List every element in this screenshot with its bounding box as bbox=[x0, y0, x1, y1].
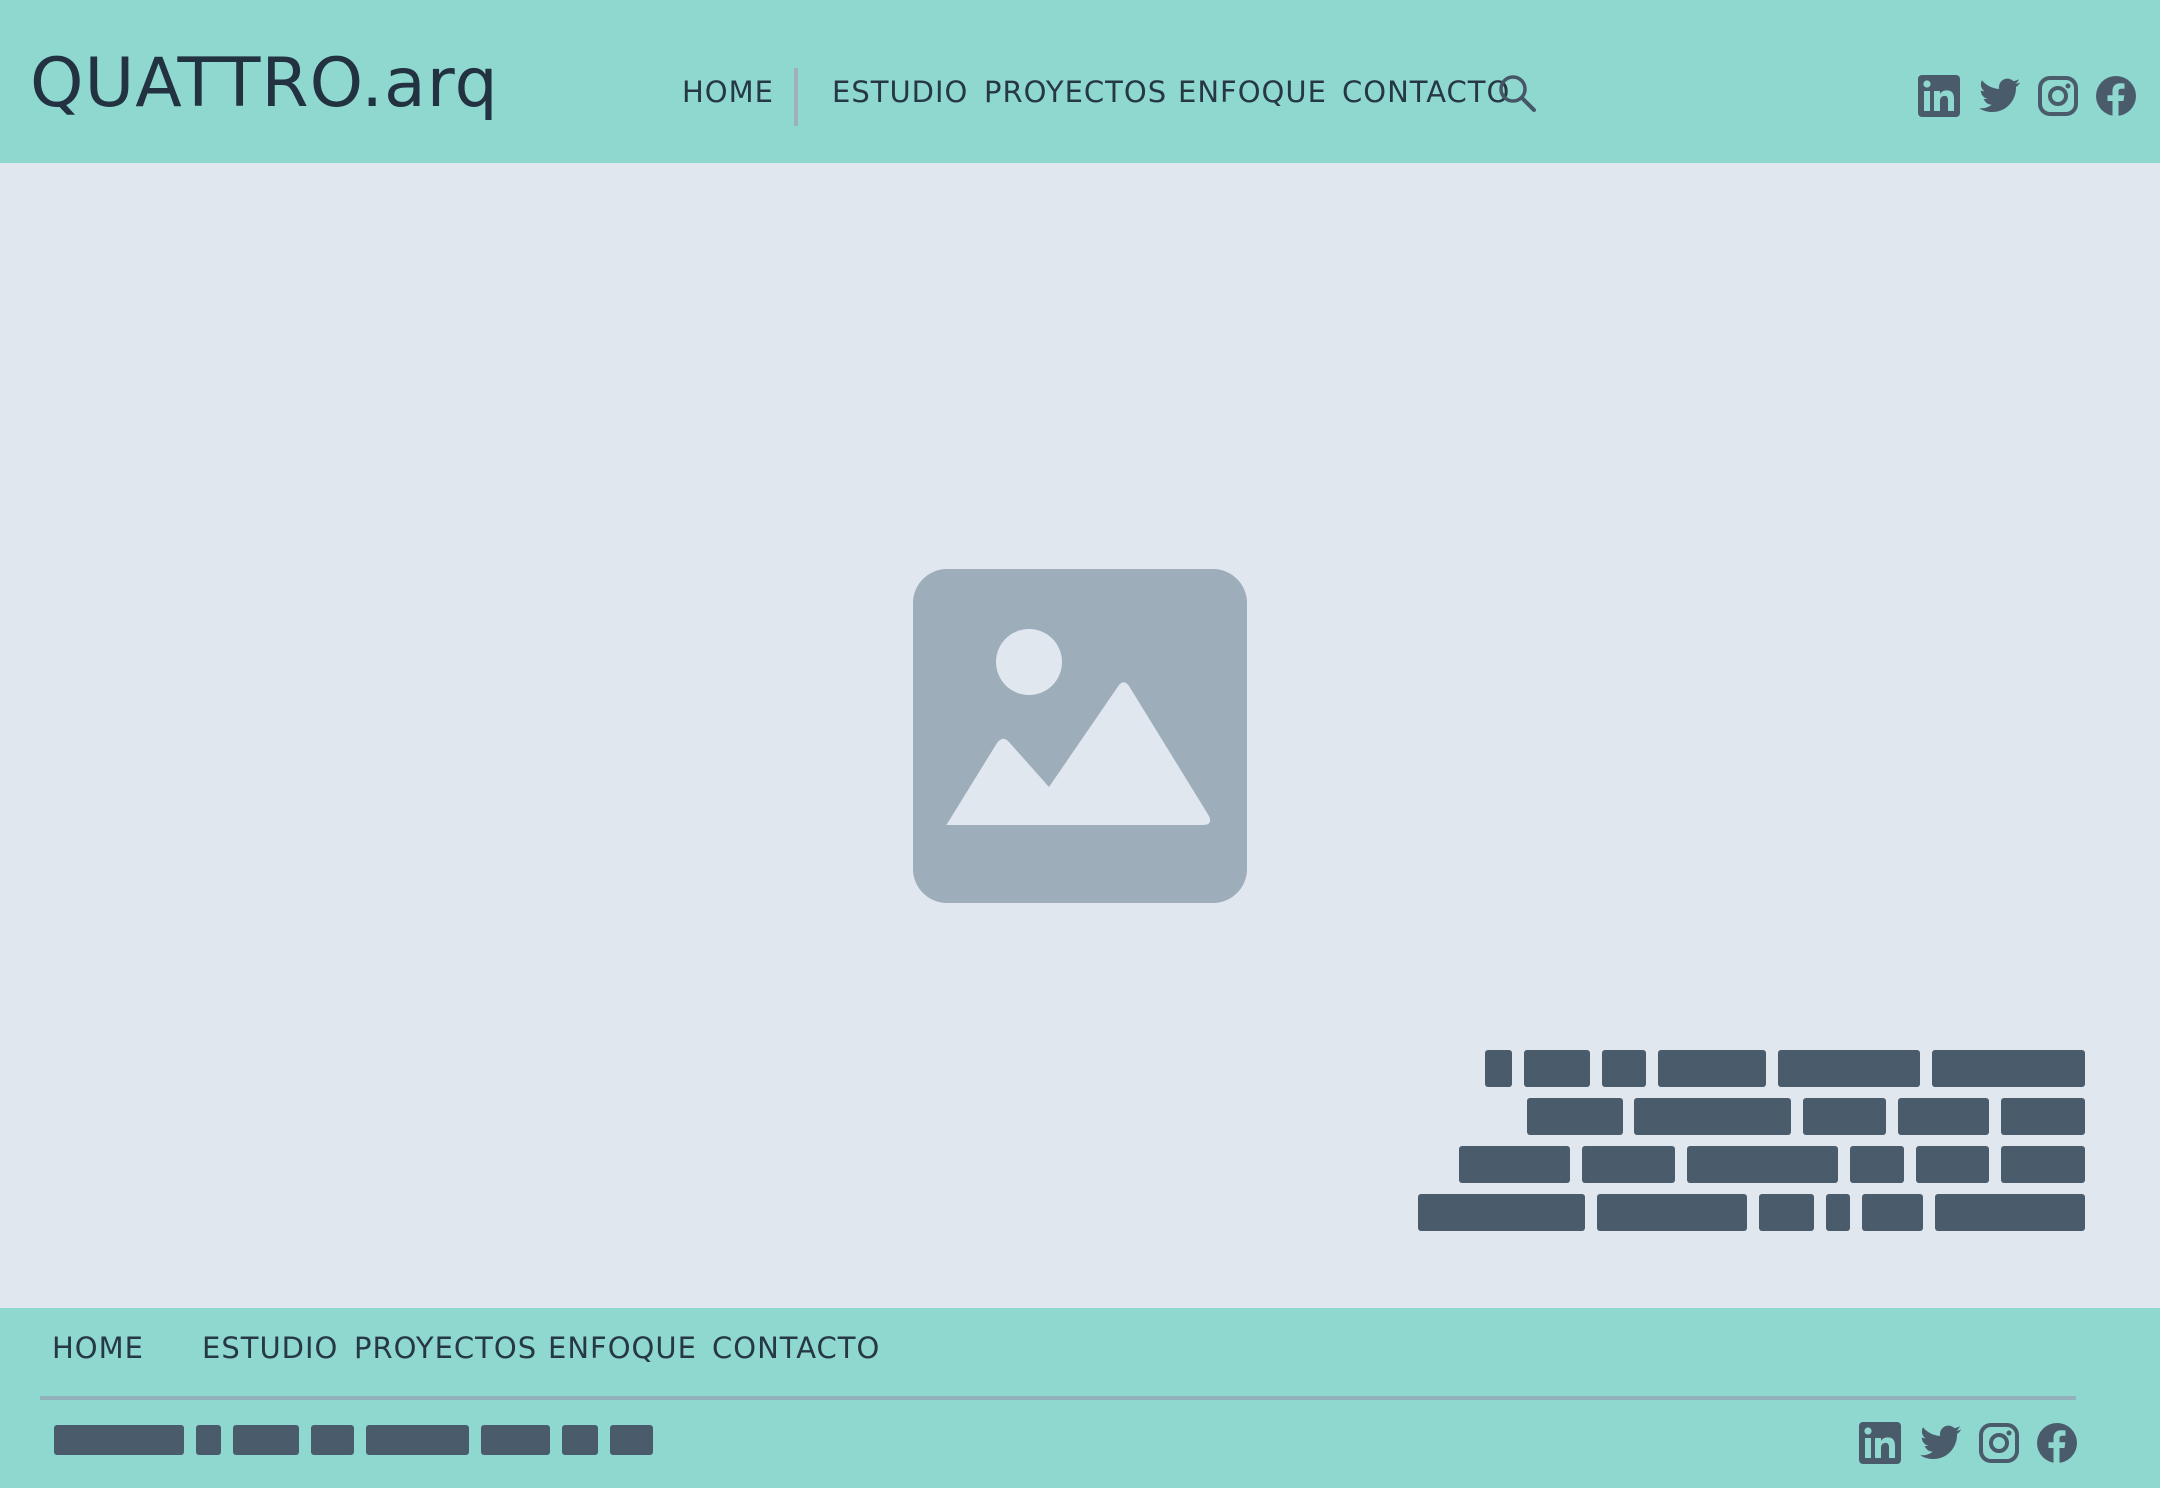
site-header: QUATTRO.arq HOME ESTUDIO PROYECTOS ENFOQ… bbox=[0, 0, 2160, 163]
search-icon[interactable] bbox=[1497, 73, 1537, 113]
hero-section bbox=[0, 163, 2160, 1308]
site-logo[interactable]: QUATTRO.arq bbox=[30, 44, 499, 124]
footer-nav-estudio[interactable]: ESTUDIO bbox=[202, 1328, 338, 1368]
footer-nav-home[interactable]: HOME bbox=[52, 1328, 144, 1368]
linkedin-icon[interactable] bbox=[1917, 74, 1961, 118]
footer-nav-contacto[interactable]: CONTACTO bbox=[712, 1328, 880, 1368]
twitter-icon[interactable] bbox=[1978, 74, 2022, 118]
nav-proyectos[interactable]: PROYECTOS bbox=[984, 70, 1167, 114]
nav-home[interactable]: HOME bbox=[682, 70, 774, 114]
footer-instagram-icon[interactable] bbox=[1977, 1421, 2021, 1465]
nav-estudio[interactable]: ESTUDIO bbox=[832, 70, 968, 114]
footer-linkedin-icon[interactable] bbox=[1858, 1421, 1902, 1465]
nav-divider bbox=[794, 68, 798, 126]
site-footer: HOME ESTUDIO PROYECTOS ENFOQUE CONTACTO bbox=[0, 1308, 2160, 1488]
footer-nav-enfoque[interactable]: ENFOQUE bbox=[548, 1328, 697, 1368]
instagram-icon[interactable] bbox=[2036, 74, 2080, 118]
footer-facebook-icon[interactable] bbox=[2035, 1421, 2079, 1465]
facebook-icon[interactable] bbox=[2094, 74, 2138, 118]
footer-nav-proyectos[interactable]: PROYECTOS bbox=[354, 1328, 537, 1368]
footer-divider bbox=[40, 1396, 2076, 1400]
nav-enfoque[interactable]: ENFOQUE bbox=[1178, 70, 1327, 114]
footer-twitter-icon[interactable] bbox=[1919, 1421, 1963, 1465]
image-placeholder-icon bbox=[913, 569, 1247, 903]
nav-contacto[interactable]: CONTACTO bbox=[1342, 70, 1510, 114]
